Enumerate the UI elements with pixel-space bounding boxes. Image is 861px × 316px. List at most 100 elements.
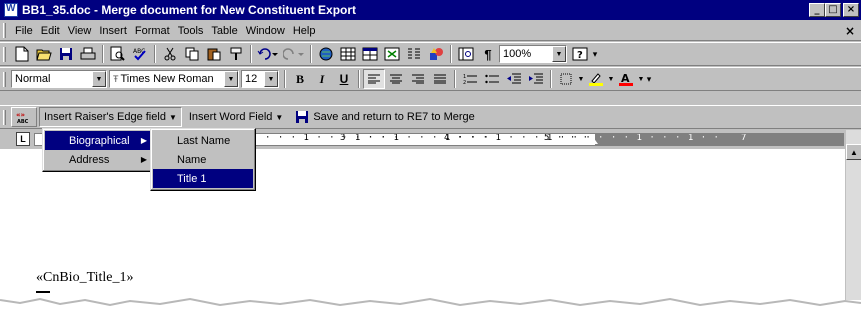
decrease-indent-icon[interactable] bbox=[503, 69, 525, 89]
save-icon[interactable] bbox=[55, 44, 77, 64]
menu-item-address[interactable]: Address ▶ bbox=[45, 150, 153, 169]
align-center-icon[interactable] bbox=[385, 69, 407, 89]
submenu-arrow-icon: ▶ bbox=[140, 155, 147, 164]
show-hide-icon[interactable]: ¶ bbox=[477, 44, 499, 64]
tables-borders-icon[interactable] bbox=[337, 44, 359, 64]
excel-worksheet-icon[interactable] bbox=[381, 44, 403, 64]
underline-button[interactable]: U bbox=[333, 69, 355, 89]
font-size-combo[interactable]: 12 ▼ bbox=[241, 70, 279, 88]
menu-format[interactable]: Format bbox=[131, 25, 174, 37]
chevron-down-icon[interactable]: ▼ bbox=[224, 71, 238, 87]
right-indent-marker-icon[interactable] bbox=[588, 137, 598, 144]
italic-button[interactable]: I bbox=[311, 69, 333, 89]
redo-icon[interactable] bbox=[281, 44, 307, 64]
document-close-button[interactable]: × bbox=[845, 24, 855, 38]
numbering-icon[interactable]: 12 bbox=[459, 69, 481, 89]
chevron-down-icon: ▼ bbox=[168, 112, 177, 122]
title-bar[interactable]: BB1_35.doc - Merge document for New Cons… bbox=[0, 0, 861, 20]
window-title: BB1_35.doc - Merge document for New Cons… bbox=[22, 3, 357, 17]
merge-field-codes-button[interactable]: «» ABC bbox=[11, 107, 37, 127]
open-icon[interactable] bbox=[33, 44, 55, 64]
copy-icon[interactable] bbox=[181, 44, 203, 64]
insert-raisers-edge-field-label: Insert Raiser's Edge field bbox=[44, 111, 166, 123]
align-left-icon[interactable] bbox=[363, 69, 385, 89]
cut-icon[interactable] bbox=[159, 44, 181, 64]
font-color-icon[interactable]: A bbox=[615, 69, 637, 89]
chevron-down-icon[interactable]: ▼ bbox=[607, 69, 615, 89]
tab-selector-button[interactable]: L bbox=[16, 132, 30, 146]
toolbar-separator bbox=[550, 70, 552, 88]
menu-edit[interactable]: Edit bbox=[37, 25, 64, 37]
chevron-down-icon[interactable]: ▼ bbox=[552, 46, 566, 62]
format-painter-icon[interactable] bbox=[225, 44, 247, 64]
submenu-arrow-icon: ▶ bbox=[140, 136, 147, 145]
formatting-toolbar-grip[interactable] bbox=[3, 71, 6, 87]
justify-icon[interactable] bbox=[429, 69, 451, 89]
minimize-button[interactable]: _ bbox=[809, 3, 825, 17]
menu-item-biographical[interactable]: Biographical ▶ bbox=[45, 131, 153, 150]
hyperlink-icon[interactable] bbox=[315, 44, 337, 64]
zoom-combo[interactable]: 100% ▼ bbox=[499, 45, 567, 63]
menu-view[interactable]: View bbox=[64, 25, 96, 37]
merge-toolbar-grip[interactable] bbox=[3, 109, 6, 125]
menu-insert[interactable]: Insert bbox=[95, 25, 131, 37]
menu-tools[interactable]: Tools bbox=[174, 25, 208, 37]
help-icon[interactable]: ? bbox=[569, 44, 591, 64]
insert-raisers-edge-field-button[interactable]: Insert Raiser's Edge field ▼ bbox=[39, 107, 182, 127]
menu-file[interactable]: File bbox=[11, 25, 37, 37]
word-document-icon[interactable] bbox=[4, 3, 18, 17]
toolbar-separator bbox=[154, 45, 156, 63]
ruler-number: 5 bbox=[544, 133, 550, 143]
align-right-icon[interactable] bbox=[407, 69, 429, 89]
border-icon[interactable] bbox=[555, 69, 577, 89]
undo-icon[interactable] bbox=[255, 44, 281, 64]
chevron-down-icon[interactable]: ▼ bbox=[264, 71, 278, 87]
menubar-grip[interactable] bbox=[3, 23, 6, 38]
print-icon[interactable] bbox=[77, 44, 99, 64]
save-and-return-label: Save and return to RE7 to Merge bbox=[313, 111, 475, 123]
merge-field-text[interactable]: «CnBio_Title_1» bbox=[36, 270, 134, 286]
caption-buttons: _ □ × bbox=[809, 3, 859, 17]
insert-table-icon[interactable] bbox=[359, 44, 381, 64]
menu-table[interactable]: Table bbox=[207, 25, 241, 37]
menu-help[interactable]: Help bbox=[289, 25, 320, 37]
ruler-number: 3 bbox=[340, 133, 346, 143]
vertical-scrollbar[interactable]: ▲ bbox=[845, 130, 861, 300]
chevron-down-icon[interactable]: ▼ bbox=[637, 69, 645, 89]
style-combo[interactable]: Normal ▼ bbox=[11, 70, 107, 88]
insert-word-field-button[interactable]: Insert Word Field ▼ bbox=[184, 107, 288, 127]
document-map-icon[interactable] bbox=[455, 44, 477, 64]
bullets-icon[interactable] bbox=[481, 69, 503, 89]
end-of-document-marker bbox=[36, 291, 50, 293]
menu-window[interactable]: Window bbox=[242, 25, 289, 37]
new-icon[interactable] bbox=[11, 44, 33, 64]
spelling-icon[interactable]: ABC bbox=[129, 44, 151, 64]
save-and-return-button[interactable]: Save and return to RE7 to Merge bbox=[290, 107, 479, 127]
paste-icon[interactable] bbox=[203, 44, 225, 64]
menu-item-label: Biographical bbox=[69, 134, 130, 147]
scroll-up-icon[interactable]: ▲ bbox=[846, 144, 861, 160]
menu-item-title-1[interactable]: Title 1 bbox=[153, 169, 253, 188]
font-combo[interactable]: Ŧ Times New Roman ▼ bbox=[109, 70, 239, 88]
ruler-number: 4 bbox=[444, 133, 450, 143]
restore-button[interactable]: □ bbox=[825, 3, 841, 17]
menu-item-label: Address bbox=[69, 153, 110, 166]
bold-button[interactable]: B bbox=[289, 69, 311, 89]
chevron-down-icon[interactable]: ▼ bbox=[92, 71, 106, 87]
torn-edge bbox=[0, 297, 861, 316]
print-preview-icon[interactable] bbox=[107, 44, 129, 64]
menu-item-name[interactable]: Name bbox=[153, 150, 253, 169]
menu-item-last-name[interactable]: Last Name bbox=[153, 131, 253, 150]
close-button[interactable]: × bbox=[843, 3, 859, 17]
chevron-down-icon: ▼ bbox=[275, 112, 284, 122]
word-window: BB1_35.doc - Merge document for New Cons… bbox=[0, 0, 861, 300]
chevron-down-icon[interactable]: ▼ bbox=[577, 69, 585, 89]
toolbar-overflow-icon[interactable]: ▾ bbox=[591, 44, 599, 64]
toolbar-overflow-icon[interactable]: ▾ bbox=[645, 69, 653, 89]
toolbar-separator bbox=[310, 45, 312, 63]
increase-indent-icon[interactable] bbox=[525, 69, 547, 89]
standard-toolbar-grip[interactable] bbox=[3, 46, 6, 62]
highlight-icon[interactable] bbox=[585, 69, 607, 89]
drawing-icon[interactable] bbox=[425, 44, 447, 64]
columns-icon[interactable] bbox=[403, 44, 425, 64]
